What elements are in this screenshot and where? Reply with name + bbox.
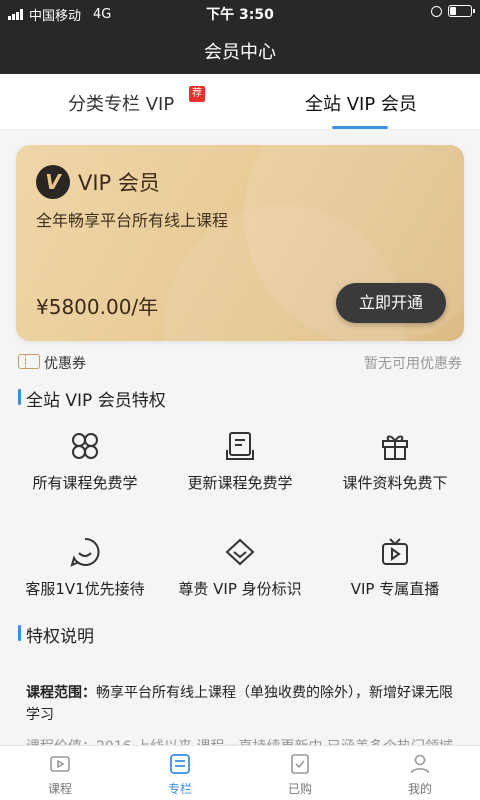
nav-item-courses[interactable]: 课程: [0, 752, 120, 797]
status-time: 下午 3:50: [206, 7, 274, 23]
coupon-row[interactable]: 优惠券 暂无可用优惠券: [18, 352, 462, 374]
vip-name: VIP 会员: [78, 171, 160, 195]
nav-label: 课程: [47, 782, 72, 796]
rotation-lock-icon: [431, 5, 442, 17]
benefit-label: 客服1V1优先接待: [25, 580, 145, 598]
course-update-icon: [224, 430, 256, 462]
nav-bar: 会员中心: [0, 26, 480, 74]
battery-icon: [448, 5, 475, 17]
benefit-label: 所有课程免费学: [32, 474, 138, 492]
benefit-item: 客服1V1优先接待: [5, 536, 165, 599]
benefit-item: VIP 专属直播: [315, 536, 475, 599]
user-icon: [360, 752, 480, 776]
benefit-label: 课件资料免费下: [342, 474, 448, 492]
status-right: [431, 5, 475, 17]
benefits-title: 全站 VIP 会员特权: [18, 386, 166, 411]
nav-item-purchased[interactable]: 已购: [240, 752, 360, 797]
nav-label: 我的: [407, 782, 432, 796]
coupon-status: 暂无可用优惠券: [364, 356, 462, 372]
clover-icon: [69, 430, 101, 462]
benefit-label: 更新课程免费学: [187, 474, 293, 492]
tab-bar: 分类专栏 VIP 全站 VIP 会员: [0, 74, 480, 130]
purchased-doc-icon: [240, 752, 360, 776]
column-list-icon: [120, 752, 240, 776]
nav-item-column[interactable]: 专栏: [120, 752, 240, 797]
benefit-item: 更新课程免费学: [160, 430, 320, 493]
vip-description: 全年畅享平台所有线上课程: [36, 211, 229, 230]
tab-site-vip[interactable]: 全站 VIP 会员: [305, 90, 417, 116]
explanation-title: 特权说明: [18, 622, 94, 647]
scope-description: 课程范围：畅享平台所有线上课程（单独收费的除外），新增好课无限学习: [26, 682, 462, 726]
nav-label: 已购: [287, 782, 312, 796]
page-title: 会员中心: [204, 42, 276, 63]
status-bar: 中国移动 4G 下午 3:50: [0, 0, 480, 26]
nav-item-mine[interactable]: 我的: [360, 752, 480, 797]
coupon-icon: [18, 354, 40, 369]
tab-category-vip[interactable]: 分类专栏 VIP: [68, 90, 174, 116]
video-icon: [0, 752, 120, 776]
benefit-label: VIP 专属直播: [350, 580, 440, 598]
recommend-badge: 荐: [189, 86, 205, 102]
scope-label: 课程范围：: [26, 685, 96, 701]
live-tv-icon: [379, 536, 411, 568]
open-membership-button[interactable]: 立即开通: [336, 283, 446, 323]
active-tab-indicator: [332, 126, 388, 129]
benefit-item: 所有课程免费学: [5, 430, 165, 493]
vip-logo-icon: V: [36, 165, 70, 199]
coupon-label: 优惠券: [44, 356, 86, 372]
gift-icon: [379, 430, 411, 462]
vip-card: V VIP 会员 全年畅享平台所有线上课程 ¥5800.00/年 立即开通: [16, 145, 464, 341]
benefit-label: 尊贵 VIP 身份标识: [178, 580, 302, 598]
diamond-icon: [224, 536, 256, 568]
vip-price: ¥5800.00/年: [36, 295, 159, 319]
benefit-item: 尊贵 VIP 身份标识: [160, 536, 320, 599]
bottom-nav: 课程 专栏 已购 我的: [0, 745, 480, 800]
nav-label: 专栏: [167, 782, 192, 796]
benefit-item: 课件资料免费下: [315, 430, 475, 493]
smile-chat-icon: [69, 536, 101, 568]
